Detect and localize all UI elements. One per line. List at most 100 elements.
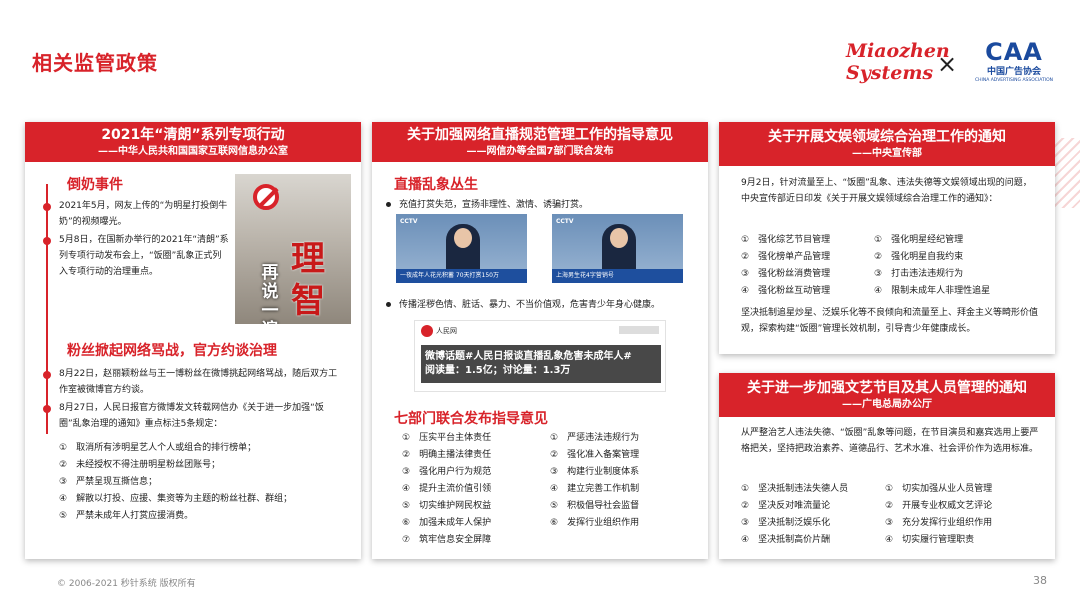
miaozhen-logo: Miaozhen Systems xyxy=(846,40,950,84)
timeline-dot xyxy=(43,237,51,245)
list-item: ② 强化明星自我约束 xyxy=(874,252,964,262)
page-title: 相关监管政策 xyxy=(32,51,158,75)
card-live-streaming: 关于加强网络直播规范管理工作的指导意见 ——网信办等全国7部门联合发布 直播乱象… xyxy=(372,122,708,559)
timeline-dot xyxy=(43,203,51,211)
prohibition-icon xyxy=(253,184,279,210)
weibo-account-name: 人民网 xyxy=(436,327,457,335)
measures-list-left: ① 强化综艺节目管理 ② 强化榜单产品管理 ③ 强化粉丝消费管理 ④ 强化粉丝互… xyxy=(741,232,830,300)
card-qinglang: 2021年“清朗”系列专项行动 ——中华人民共和国国家互联网信息办公室 倒奶事件… xyxy=(25,122,361,559)
card-header: 关于开展文娱领域综合治理工作的通知 ——中央宣传部 xyxy=(719,122,1055,166)
card-header: 关于加强网络直播规范管理工作的指导意见 ——网信办等全国7部门联合发布 xyxy=(372,122,708,162)
card-entertainment-governance: 关于开展文娱领域综合治理工作的通知 ——中央宣传部 9月2日，针对流量至上、“饭… xyxy=(719,122,1055,354)
bullet-item: 充值打赏失范，宣扬非理性、激情、诱骗打赏。 xyxy=(386,198,588,212)
decorative-stripes xyxy=(1052,138,1080,208)
list-item: ③ 强化粉丝消费管理 xyxy=(741,269,831,279)
bullet-text: 充值打赏失范，宣扬非理性、激情、诱骗打赏。 xyxy=(399,200,589,210)
list-item: ⑥ 加强未成年人保护 xyxy=(402,518,492,528)
list-item: ③ 强化用户行为规范 xyxy=(402,467,492,477)
card-title: 关于加强网络直播规范管理工作的指导意见 xyxy=(407,127,673,143)
copyright-footer: © 2006-2021 秒针系统 版权所有 xyxy=(57,579,196,589)
list-item: ① 坚决抵制违法失德人员 xyxy=(741,484,849,494)
list-item: ① 严惩违法违规行为 xyxy=(550,433,640,443)
milk-pouring-image: 再说一遍 理智 xyxy=(235,174,351,324)
page-number: 38 xyxy=(1033,574,1047,587)
caa-logo-cn: 中国广告协会 xyxy=(986,67,1041,77)
event-text: 5月8日，在国新办举行的2021年“清朗”系列专项行动发布会上，“饭圈”乱象正式… xyxy=(59,235,229,277)
list-item: ② 强化准入备案管理 xyxy=(550,450,640,460)
list-item: ④ 解散以打投、应援、集资等为主题的粉丝社群、群组； xyxy=(59,494,293,504)
list-item: ⑥ 发挥行业组织作用 xyxy=(550,518,640,528)
list-item: ③ 构建行业制度体系 xyxy=(550,467,640,477)
news-video-thumbnail: CCTV 上海男生花4字营销号 xyxy=(552,214,683,283)
anchor-face xyxy=(610,228,628,248)
measures-list-right: ① 强化明星经纪管理 ② 强化明星自我约束 ③ 打击违法违规行为 ④ 限制未成年… xyxy=(874,232,990,300)
guideline-list-right: ① 严惩违法违规行为 ② 强化准入备案管理 ③ 构建行业制度体系 ④ 建立完善工… xyxy=(550,430,639,532)
intro-text: 9月2日，针对流量至上、“饭圈”乱象、违法失德等文娱领域出现的问题，中央宣传部近… xyxy=(741,178,1032,204)
card-subtitle: ——广电总局办公厅 xyxy=(842,399,932,410)
timeline-dot xyxy=(43,405,51,413)
list-item: ④ 强化粉丝互动管理 xyxy=(741,286,831,296)
image-caption: 理智 xyxy=(291,239,325,321)
list-item: ④ 坚决抵制高价片酬 xyxy=(741,535,831,545)
list-item: ② 坚决反对唯流量论 xyxy=(741,501,831,511)
list-item: ① 切实加强从业人员管理 xyxy=(885,484,993,494)
summary-text: 坚决抵制追星炒星、泛娱乐化等不良倾向和流量至上、拜金主义等畸形价值观，探索构建“… xyxy=(741,308,1039,334)
cctv-logo: CCTV xyxy=(556,218,574,225)
card-header: 关于进一步加强文艺节目及其人员管理的通知 ——广电总局办公厅 xyxy=(719,373,1055,417)
weibo-follow-placeholder xyxy=(619,326,659,334)
card-title: 关于开展文娱领域综合治理工作的通知 xyxy=(768,129,1006,145)
caa-logo-en: CHINA ADVERTISING ASSOCIATION xyxy=(975,78,1053,83)
video-caption: 上海男生花4字营销号 xyxy=(552,269,683,283)
cctv-logo: CCTV xyxy=(400,218,418,225)
rules-list: ① 取消所有涉明星艺人个人或组合的排行榜单； ② 未经授权不得注册明星粉丝团账号… xyxy=(59,440,292,525)
list-item: ④ 提升主流价值引领 xyxy=(402,484,492,494)
list-item: ⑤ 切实维护网民权益 xyxy=(402,501,492,511)
list-item: ④ 建立完善工作机制 xyxy=(550,484,640,494)
bullet-text: 传播淫秽色情、脏话、暴力、不当价值观，危害青少年身心健康。 xyxy=(399,300,661,310)
list-item: ⑤ 积极倡导社会监督 xyxy=(550,501,640,511)
section-title: 粉丝掀起网络骂战，官方约谈治理 xyxy=(67,343,277,359)
list-item: ① 压实平台主体责任 xyxy=(402,433,492,443)
slide: 相关监管政策 Miaozhen Systems × CAA 中国广告协会 CHI… xyxy=(0,0,1080,608)
weibo-header: 人民网 xyxy=(421,325,457,337)
card-title: 关于进一步加强文艺节目及其人员管理的通知 xyxy=(747,380,1027,396)
event-text: 8月22日，赵丽颖粉丝与王一博粉丝在微博挑起网络骂战，随后双方工作室被微博官方约… xyxy=(59,369,338,395)
list-item: ⑤ 严禁未成年人打赏应援消费。 xyxy=(59,511,194,521)
list-item: ② 明确主播法律责任 xyxy=(402,450,492,460)
caa-logo: CAA 中国广告协会 CHINA ADVERTISING ASSOCIATION xyxy=(972,38,1056,84)
measures-list-right: ① 切实加强从业人员管理 ② 开展专业权威文艺评论 ③ 充分发挥行业组织作用 ④… xyxy=(885,481,992,549)
timeline-dot xyxy=(43,371,51,379)
weibo-topic: 微博话题#人民日报谈直播乱象危害未成年人# xyxy=(425,351,632,362)
event-text: 2021年5月，网友上传的“为明星打投倒牛奶”的视频曝光。 xyxy=(59,201,228,227)
list-item: ⑦ 筑牢信息安全屏障 xyxy=(402,535,492,545)
image-caption: 再说一遍 xyxy=(261,263,279,325)
list-item: ① 取消所有涉明星艺人个人或组合的排行榜单； xyxy=(59,443,257,453)
list-item: ③ 严禁呈现互撕信息； xyxy=(59,477,158,487)
list-item: ③ 充分发挥行业组织作用 xyxy=(885,518,993,528)
intro-text: 从严整治艺人违法失德、“饭圈”乱象等问题，在节目演员和嘉宾选用上要严格把关，坚持… xyxy=(741,428,1039,454)
timeline-line xyxy=(46,184,48,434)
weibo-overlay: 微博话题#人民日报谈直播乱象危害未成年人# 阅读量：1.5亿；讨论量：1.3万 xyxy=(421,345,661,383)
weibo-post-screenshot: 人民网 微博话题#人民日报谈直播乱象危害未成年人# 阅读量：1.5亿；讨论量：1… xyxy=(414,320,666,392)
anchor-face xyxy=(454,228,472,248)
card-subtitle: ——网信办等全国7部门联合发布 xyxy=(466,146,614,157)
list-item: ① 强化综艺节目管理 xyxy=(741,235,831,245)
news-video-thumbnail: CCTV 一夜成年人花光积蓄 70天打赏150万 xyxy=(396,214,527,283)
list-item: ② 开展专业权威文艺评论 xyxy=(885,501,993,511)
guideline-list-left: ① 压实平台主体责任 ② 明确主播法律责任 ③ 强化用户行为规范 ④ 提升主流价… xyxy=(402,430,491,549)
caa-logo-mark: CAA xyxy=(985,38,1043,66)
event-text: 8月27日，人民日报官方微博发文转载网信办《关于进一步加强“饭圈”乱象治理的通知… xyxy=(59,403,324,429)
card-header: 2021年“清朗”系列专项行动 ——中华人民共和国国家互联网信息办公室 xyxy=(25,122,361,162)
card-arts-program-management: 关于进一步加强文艺节目及其人员管理的通知 ——广电总局办公厅 从严整治艺人违法失… xyxy=(719,373,1055,559)
card-subtitle: ——中央宣传部 xyxy=(852,148,922,159)
weibo-stats: 阅读量：1.5亿；讨论量：1.3万 xyxy=(425,365,571,376)
section-title: 七部门联合发布指导意见 xyxy=(394,411,548,427)
list-item: ④ 限制未成年人非理性追星 xyxy=(874,286,991,296)
list-item: ④ 切实履行管理职责 xyxy=(885,535,975,545)
list-item: ② 未经授权不得注册明星粉丝团账号； xyxy=(59,460,221,470)
cross-icon: × xyxy=(937,50,958,78)
card-subtitle: ——中华人民共和国国家互联网信息办公室 xyxy=(98,146,288,157)
weibo-avatar-icon xyxy=(421,325,433,337)
section-title: 倒奶事件 xyxy=(67,177,123,193)
list-item: ② 强化榜单产品管理 xyxy=(741,252,831,262)
